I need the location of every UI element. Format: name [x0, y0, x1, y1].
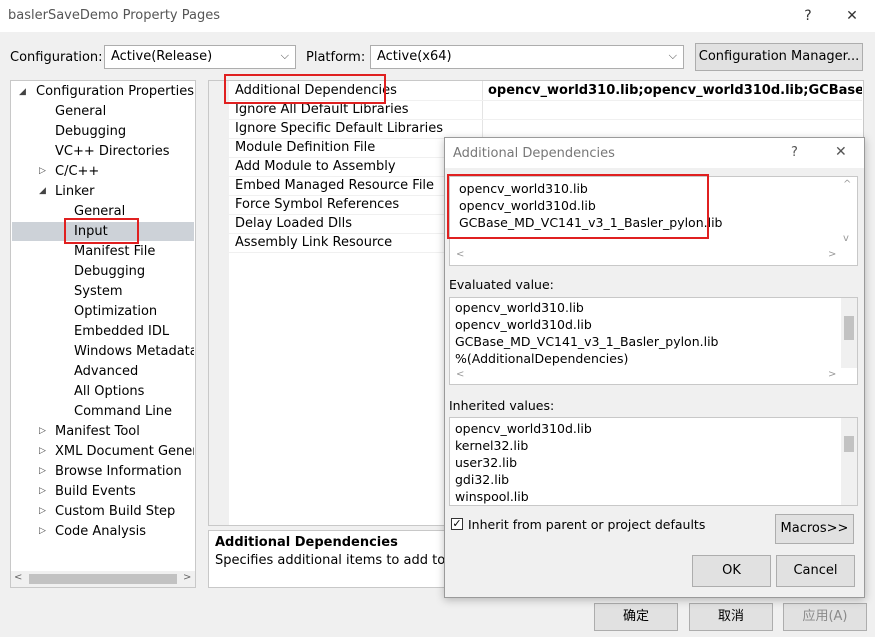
tree-item-code-analysis[interactable]: Code Analysis [55, 522, 146, 542]
ok-button[interactable]: 确定 [594, 603, 678, 631]
tree-horizontal-scrollbar[interactable]: < > [11, 571, 195, 587]
prop-value[interactable]: opencv_world310.lib;opencv_world310d.lib… [488, 81, 862, 100]
configuration-value: Active(Release) [111, 49, 213, 64]
inherited-line: kernel32.lib [455, 438, 529, 453]
inherited-line: user32.lib [455, 455, 518, 470]
dialog-title-bar: Additional Dependencies ? ✕ [445, 138, 864, 168]
evaluated-vertical-scrollbar[interactable] [841, 298, 857, 368]
prop-name: Assembly Link Resource [235, 235, 393, 250]
description-text: Specifies additional items to add to the [215, 553, 471, 568]
help-icon[interactable]: ? [796, 6, 820, 26]
tree-item-manifest-tool[interactable]: Manifest Tool [55, 422, 140, 442]
tree-item-general[interactable]: General [55, 102, 106, 122]
close-icon[interactable]: ✕ [835, 144, 847, 160]
tree-item-browse-information[interactable]: Browse Information [55, 462, 182, 482]
additional-dependencies-dialog: Additional Dependencies ? ✕ opencv_world… [444, 137, 865, 598]
platform-value: Active(x64) [377, 49, 452, 64]
description-title: Additional Dependencies [215, 535, 398, 550]
prop-name: Embed Managed Resource File [235, 178, 435, 193]
prop-name: Delay Loaded Dlls [235, 216, 352, 231]
dialog-title: Additional Dependencies [453, 146, 615, 161]
help-icon[interactable]: ? [791, 145, 798, 160]
tree-item-manifest-file[interactable]: Manifest File [74, 242, 155, 262]
tree-item-debugging[interactable]: Debugging [55, 122, 126, 142]
collapsed-arrow-icon[interactable]: ▷ [39, 526, 46, 536]
inherited-vertical-scrollbar[interactable] [841, 418, 857, 505]
collapsed-arrow-icon[interactable]: ▷ [39, 166, 46, 176]
configuration-label: Configuration: [10, 50, 103, 65]
chevron-down-icon: ⌵ [668, 49, 677, 62]
tree-item-embedded-idl[interactable]: Embedded IDL [74, 322, 169, 342]
scroll-down-icon[interactable]: v [843, 233, 849, 244]
tree-item-advanced[interactable]: Advanced [74, 362, 138, 382]
scroll-up-icon[interactable]: ^ [843, 179, 851, 190]
configuration-dropdown[interactable]: Active(Release) ⌵ [104, 45, 296, 69]
macros-button[interactable]: Macros>> [775, 514, 854, 544]
expanded-arrow-icon[interactable]: ◢ [39, 186, 46, 196]
tree-item-all-options[interactable]: All Options [74, 382, 144, 402]
dialog-ok-button[interactable]: OK [692, 555, 771, 587]
tree-item-cpp[interactable]: C/C++ [55, 162, 99, 182]
scroll-left-icon[interactable]: < [456, 369, 464, 380]
evaluated-value-label: Evaluated value: [449, 277, 554, 292]
prop-row-ignore-specific[interactable]: Ignore Specific Default Libraries [210, 119, 862, 139]
scroll-thumb[interactable] [844, 436, 854, 452]
collapsed-arrow-icon[interactable]: ▷ [39, 506, 46, 516]
collapsed-arrow-icon[interactable]: ▷ [39, 426, 46, 436]
scroll-right-icon[interactable]: > [828, 249, 836, 260]
title-bar: baslerSaveDemo Property Pages ? ✕ [0, 0, 875, 32]
scroll-thumb[interactable] [29, 574, 177, 584]
tree-item-system[interactable]: System [74, 282, 122, 302]
platform-dropdown[interactable]: Active(x64) ⌵ [370, 45, 684, 69]
scroll-right-icon[interactable]: > [828, 369, 836, 380]
configuration-manager-button[interactable]: Configuration Manager... [695, 43, 863, 71]
tree-item-xml-document[interactable]: XML Document Generat [55, 442, 194, 462]
tree-item-linker[interactable]: Linker [55, 182, 95, 202]
platform-label: Platform: [306, 50, 366, 65]
inherited-line: winspool.lib [455, 489, 529, 504]
close-icon[interactable]: ✕ [840, 6, 864, 26]
tree-item-windows-metadata[interactable]: Windows Metadata [74, 342, 194, 362]
inherited-values-label: Inherited values: [449, 398, 555, 413]
evaluated-line: opencv_world310d.lib [455, 317, 592, 332]
chevron-down-icon: ⌵ [280, 49, 289, 62]
tree-item-custom-build-step[interactable]: Custom Build Step [55, 502, 175, 522]
tree-item-configuration-properties[interactable]: Configuration Properties [36, 82, 194, 102]
collapsed-arrow-icon[interactable]: ▷ [39, 486, 46, 496]
inherit-checkbox-label[interactable]: Inherit from parent or project defaults [468, 517, 705, 532]
tree-item-vc-directories[interactable]: VC++ Directories [55, 142, 170, 162]
dialog-cancel-button[interactable]: Cancel [776, 555, 855, 587]
evaluated-line: opencv_world310.lib [455, 300, 584, 315]
collapsed-arrow-icon[interactable]: ▷ [39, 466, 46, 476]
tree-item-optimization[interactable]: Optimization [74, 302, 157, 322]
collapsed-arrow-icon[interactable]: ▷ [39, 446, 46, 456]
prop-name: Force Symbol References [235, 197, 400, 212]
tree-item-linker-debugging[interactable]: Debugging [74, 262, 145, 282]
additional-dependencies-highlight-box [224, 74, 386, 104]
inherit-checkbox[interactable]: ✓ [451, 518, 463, 530]
apply-button[interactable]: 应用(A) [783, 603, 867, 631]
prop-name: Ignore Specific Default Libraries [235, 121, 443, 136]
scroll-right-icon[interactable]: > [183, 572, 191, 583]
inherited-line: gdi32.lib [455, 472, 510, 487]
input-highlight-box [64, 218, 139, 244]
evaluated-value-box: opencv_world310.lib opencv_world310d.lib… [449, 297, 858, 385]
edit-lines-highlight-box [447, 174, 709, 239]
inherited-values-box: opencv_world310d.lib kernel32.lib user32… [449, 417, 858, 506]
tree-items: ◢ Configuration Properties General Debug… [12, 82, 194, 570]
tree-item-command-line[interactable]: Command Line [74, 402, 172, 422]
prop-name: Module Definition File [235, 140, 376, 155]
cancel-button[interactable]: 取消 [689, 603, 773, 631]
scroll-left-icon[interactable]: < [14, 572, 22, 583]
window-title: baslerSaveDemo Property Pages [8, 8, 220, 23]
expanded-arrow-icon[interactable]: ◢ [19, 87, 26, 97]
inherited-line: opencv_world310d.lib [455, 421, 592, 436]
evaluated-line: %(AdditionalDependencies) [455, 351, 629, 366]
scroll-thumb[interactable] [844, 316, 854, 340]
tree-item-build-events[interactable]: Build Events [55, 482, 136, 502]
evaluated-line: GCBase_MD_VC141_v3_1_Basler_pylon.lib [455, 334, 719, 349]
prop-name: Add Module to Assembly [235, 159, 396, 174]
scroll-left-icon[interactable]: < [456, 249, 464, 260]
